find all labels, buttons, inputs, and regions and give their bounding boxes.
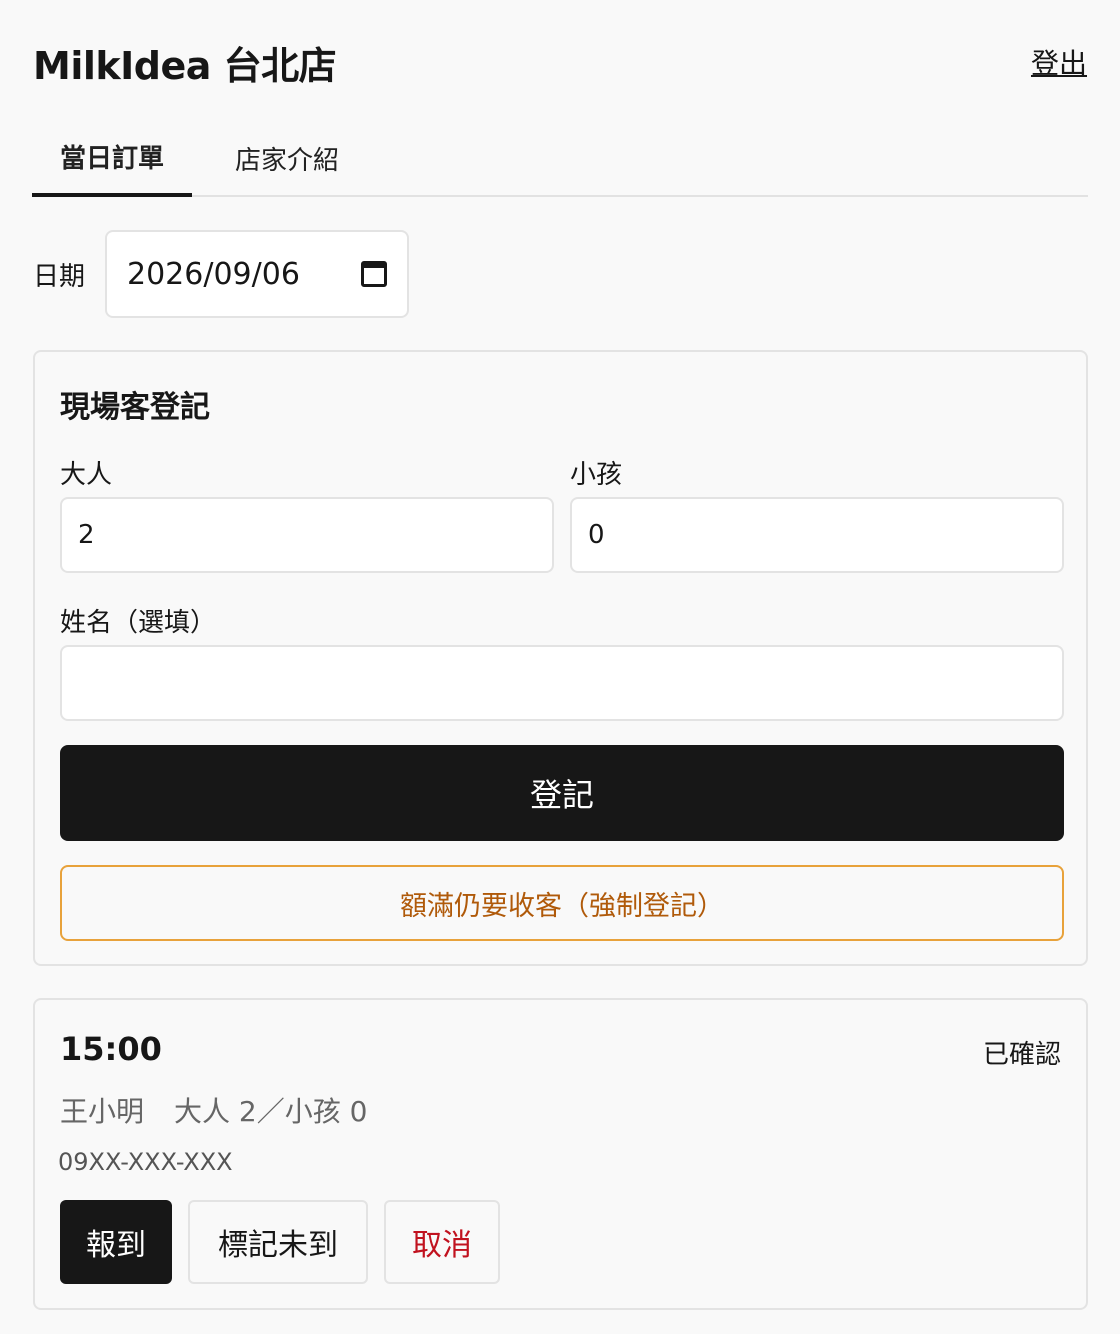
order-card: 15:00 已確認 王小明 大人 2／小孩 0 09XX-XXX-XXX 報到 標… [33,998,1088,1310]
customer-phone: 09XX-XXX-XXX [58,1148,233,1176]
customer-name: 王小明 [60,1095,145,1128]
header: MilkIdea 台北店 登出 [33,34,1087,90]
date-label: 日期 [33,261,86,292]
checkin-button[interactable]: 報到 [60,1200,172,1284]
date-input[interactable]: 2026/09/06 [105,230,409,318]
name-input[interactable] [60,645,1064,721]
status-badge: 已確認 [982,1040,1061,1070]
cancel-button[interactable]: 取消 [384,1200,500,1284]
adults-label: 大人 [60,460,113,490]
children-input[interactable]: 0 [570,497,1064,573]
party-size: 大人 2／小孩 0 [174,1095,368,1128]
register-button[interactable]: 登記 [60,745,1064,841]
walkin-registration-card: 現場客登記 大人 2 小孩 0 姓名（選填） 登記 額滿仍要收客（強制登記） [33,350,1088,966]
calendar-icon[interactable] [361,261,387,287]
order-actions: 報到 標記未到 取消 [60,1200,500,1284]
logout-link[interactable]: 登出 [1031,42,1087,82]
order-info: 王小明 大人 2／小孩 0 [60,1090,367,1130]
tab-bar: 當日訂單 店家介紹 [32,120,1088,197]
order-time: 15:00 [60,1030,162,1068]
tab-today-orders[interactable]: 當日訂單 [32,120,192,197]
children-label: 小孩 [570,460,623,490]
tab-store-intro[interactable]: 店家介紹 [192,120,382,197]
section-title: 現場客登記 [60,390,210,425]
adults-input[interactable]: 2 [60,497,554,573]
date-value: 2026/09/06 [127,256,300,292]
adults-value: 2 [78,520,95,550]
force-register-button[interactable]: 額滿仍要收客（強制登記） [60,865,1064,941]
name-label: 姓名（選填） [60,608,217,638]
mark-noshow-button[interactable]: 標記未到 [188,1200,368,1284]
page-title: MilkIdea 台北店 [33,43,337,88]
date-row: 日期 2026/09/06 [33,230,409,318]
children-value: 0 [588,520,605,550]
